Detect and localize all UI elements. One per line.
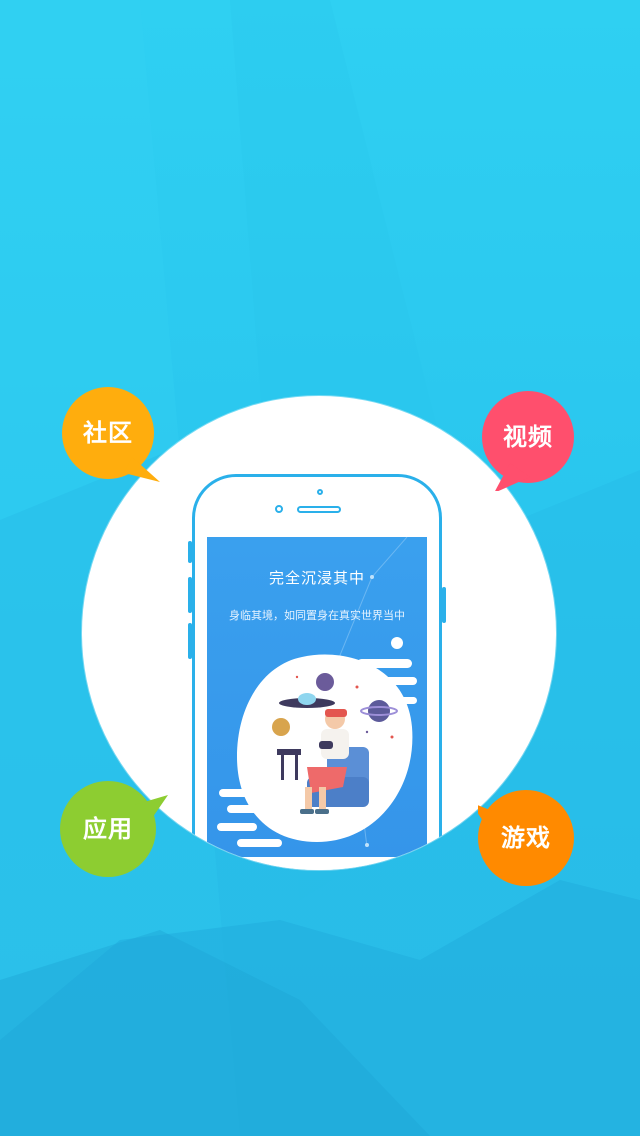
phone-side-button <box>188 541 192 563</box>
splash-screen: 完全沉浸其中 身临其境，如同置身在真实世界当中 社区 视频 应用 游戏 <box>0 0 640 1136</box>
phone-volume-up <box>188 577 192 613</box>
bubble-games[interactable]: 游戏 <box>478 790 578 890</box>
phone-illustration: 完全沉浸其中 身临其境，如同置身在真实世界当中 <box>188 474 446 870</box>
bubble-community-label: 社区 <box>83 419 133 447</box>
phone-camera-icon <box>317 489 323 495</box>
bubble-video[interactable]: 视频 <box>482 391 582 491</box>
bubble-video-label: 视频 <box>503 423 553 451</box>
phone-volume-down <box>188 623 192 659</box>
phone-speaker <box>297 506 341 513</box>
phone-screen-subtitle: 身临其境，如同置身在真实世界当中 <box>229 609 405 622</box>
vr-gamer-illustration <box>217 637 417 847</box>
bubble-games-label: 游戏 <box>501 824 551 852</box>
bubble-apps-label: 应用 <box>83 815 133 843</box>
bubble-apps[interactable]: 应用 <box>60 781 168 881</box>
phone-screen: 完全沉浸其中 身临其境，如同置身在真实世界当中 <box>207 537 427 857</box>
phone-sensor-icon <box>275 505 283 513</box>
phone-power-button <box>442 587 446 623</box>
bubble-community[interactable]: 社区 <box>62 387 162 487</box>
phone-screen-title: 完全沉浸其中 <box>268 569 365 587</box>
